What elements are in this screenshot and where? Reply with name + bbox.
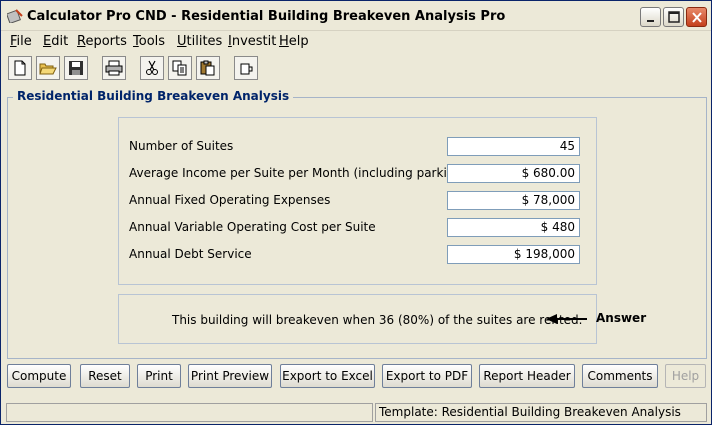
export-button[interactable]	[234, 56, 258, 80]
minimize-icon	[647, 20, 654, 22]
fixed-expenses-label: Annual Fixed Operating Expenses	[129, 193, 331, 207]
fixed-expenses-input[interactable]: $ 78,000	[447, 191, 580, 210]
answer-text: This building will breakeven when 36 (80…	[172, 313, 583, 327]
menu-utilites[interactable]: Utilites	[177, 34, 222, 49]
new-file-icon	[14, 60, 26, 76]
cut-button[interactable]	[140, 56, 164, 80]
number-of-suites-label: Number of Suites	[129, 139, 234, 153]
reset-button[interactable]: Reset	[80, 364, 130, 388]
menu-file[interactable]: File	[10, 34, 32, 49]
answer-label: Answer	[596, 311, 647, 325]
number-of-suites-input[interactable]: 45	[447, 137, 580, 156]
average-income-input[interactable]: $ 680.00	[447, 164, 580, 183]
debt-service-label: Annual Debt Service	[129, 247, 252, 261]
open-folder-icon	[39, 63, 57, 75]
maximize-button[interactable]	[663, 7, 684, 27]
status-bar-left	[6, 403, 373, 422]
window-title: Calculator Pro CND - Residential Buildin…	[27, 9, 506, 24]
cut-icon	[146, 60, 158, 75]
menu-investit[interactable]: Investit	[228, 34, 276, 49]
menu-bar: File Edit Reports Tools Utilites Investi…	[1, 32, 711, 52]
comments-button[interactable]: Comments	[582, 364, 658, 388]
report-header-button[interactable]: Report Header	[479, 364, 575, 388]
menu-tools[interactable]: Tools	[133, 34, 165, 49]
average-income-label: Average Income per Suite per Month (incl…	[129, 166, 467, 180]
paste-icon	[200, 60, 215, 76]
export-icon	[240, 63, 253, 75]
open-button[interactable]	[36, 56, 60, 80]
menu-reports[interactable]: Reports	[77, 34, 127, 49]
maximize-icon	[668, 11, 680, 23]
toolbar	[1, 54, 711, 84]
calculator-app-icon[interactable]	[5, 9, 23, 25]
field-row-debt-service: Annual Debt Service $ 198,000	[129, 245, 589, 265]
print-button[interactable]: Print	[137, 364, 181, 388]
field-row-variable-cost: Annual Variable Operating Cost per Suite…	[129, 218, 589, 238]
copy-button[interactable]	[168, 56, 192, 80]
paste-button[interactable]	[196, 56, 220, 80]
print-preview-button[interactable]: Print Preview	[188, 364, 272, 388]
variable-cost-input[interactable]: $ 480	[447, 218, 580, 237]
field-row-fixed-expenses: Annual Fixed Operating Expenses $ 78,000	[129, 191, 589, 211]
field-row-number-of-suites: Number of Suites 45	[129, 137, 589, 157]
print-toolbar-button[interactable]	[102, 56, 126, 80]
new-file-button[interactable]	[8, 56, 32, 80]
variable-cost-label: Annual Variable Operating Cost per Suite	[129, 220, 376, 234]
save-button[interactable]	[64, 56, 88, 80]
copy-icon	[172, 60, 187, 76]
close-icon	[692, 12, 702, 23]
export-to-excel-button[interactable]: Export to Excel	[280, 364, 375, 388]
debt-service-input[interactable]: $ 198,000	[447, 245, 580, 264]
status-template: Template: Residential Building Breakeven…	[375, 403, 707, 422]
title-bar[interactable]: Calculator Pro CND - Residential Buildin…	[1, 1, 711, 31]
export-to-pdf-button[interactable]: Export to PDF	[382, 364, 472, 388]
menu-edit[interactable]: Edit	[43, 34, 68, 49]
app-window: Calculator Pro CND - Residential Buildin…	[0, 0, 712, 425]
menu-help[interactable]: Help	[279, 34, 309, 49]
help-button[interactable]: Help	[665, 364, 706, 388]
panel-title: Residential Building Breakeven Analysis	[13, 89, 294, 103]
print-icon	[105, 60, 123, 76]
compute-button[interactable]: Compute	[7, 364, 71, 388]
close-button[interactable]	[686, 7, 707, 27]
minimize-button[interactable]	[640, 7, 661, 27]
save-icon	[69, 61, 83, 75]
field-row-average-income: Average Income per Suite per Month (incl…	[129, 164, 589, 184]
left-arrow-icon	[546, 314, 587, 324]
